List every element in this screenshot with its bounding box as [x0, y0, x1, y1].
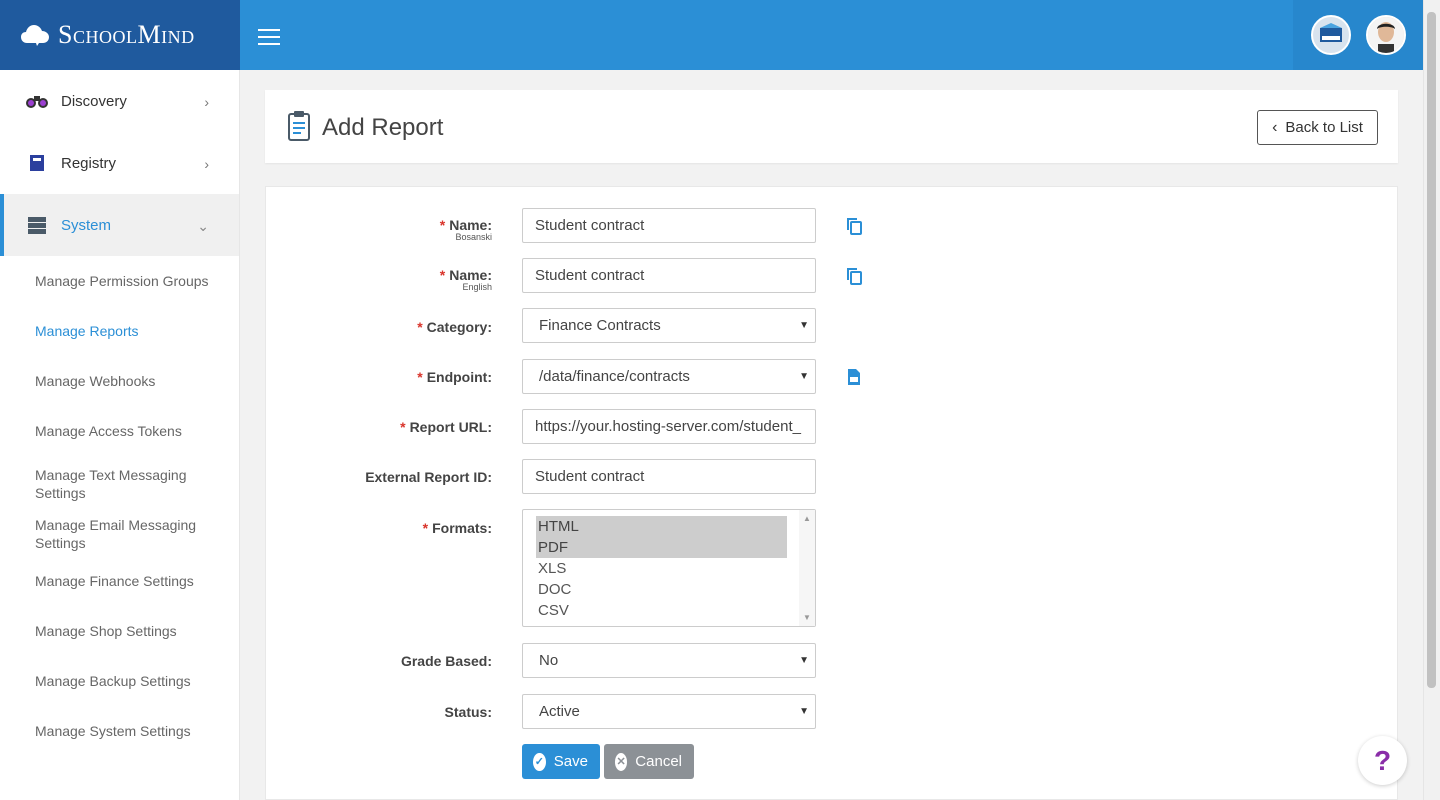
book-icon [25, 153, 49, 173]
back-to-list-button[interactable]: ‹ Back to List [1257, 110, 1378, 145]
grade-based-label: Grade Based: [400, 653, 492, 669]
dropdown-caret-icon: ▼ [799, 371, 809, 382]
server-icon [25, 215, 49, 235]
endpoint-label: * Endpoint: [417, 369, 492, 385]
scrollbar-thumb[interactable] [1427, 12, 1436, 688]
json-file-icon[interactable] [846, 368, 862, 386]
hamburger-icon[interactable] [258, 29, 280, 45]
sidebar-subitem-finance-settings[interactable]: Manage Finance Settings [0, 556, 239, 606]
required-marker: * [439, 217, 446, 233]
formats-label: * Formats: [422, 520, 492, 536]
required-marker: * [422, 520, 429, 536]
user-avatar[interactable] [1365, 15, 1406, 55]
brand-name: SchoolMind [58, 20, 195, 49]
cancel-label: Cancel [635, 753, 682, 770]
sidebar-subitem-reports[interactable]: Manage Reports [0, 306, 239, 356]
language-sublabel: Bosanski [455, 232, 492, 242]
report-url-label: * Report URL: [400, 419, 492, 435]
sidebar-subitem-system-settings[interactable]: Manage System Settings [0, 706, 239, 756]
x-circle-icon: ✕ [615, 752, 628, 771]
sidebar-subitem-access-tokens[interactable]: Manage Access Tokens [0, 406, 239, 456]
name-bs-input[interactable]: Student contract [522, 208, 816, 243]
status-value: Active [539, 703, 580, 720]
check-circle-icon: ✓ [533, 752, 546, 771]
cancel-button[interactable]: ✕ Cancel [604, 744, 694, 779]
chevron-right-icon: › [204, 94, 209, 110]
endpoint-value: /data/finance/contracts [539, 368, 690, 385]
back-to-list-label: Back to List [1285, 119, 1363, 136]
sidebar-subitem-backup-settings[interactable]: Manage Backup Settings [0, 656, 239, 706]
grade-based-value: No [539, 652, 559, 669]
dropdown-caret-icon: ▼ [799, 320, 809, 331]
required-marker: * [439, 267, 446, 283]
scroll-up-icon[interactable]: ▲ [803, 514, 811, 523]
copy-icon[interactable] [846, 217, 862, 235]
name-en-input[interactable]: Student contract [522, 258, 816, 293]
format-option-doc[interactable]: DOC [536, 579, 787, 600]
formats-listbox[interactable]: HTML PDF XLS DOC CSV ▲ ▼ [522, 509, 816, 627]
sidebar-item-system[interactable]: System ⌄ [0, 194, 239, 256]
category-value: Finance Contracts [539, 317, 661, 334]
status-label: Status: [444, 704, 492, 720]
sidebar-item-label: Discovery [61, 92, 127, 110]
name-bs-label: * Name: Bosanski [439, 217, 492, 242]
chevron-left-icon: ‹ [1272, 118, 1278, 136]
sidebar-subitem-webhooks[interactable]: Manage Webhooks [0, 356, 239, 406]
sidebar-item-registry[interactable]: Registry › [0, 132, 239, 194]
help-button[interactable]: ? [1358, 736, 1407, 785]
brain-cloud-icon [21, 25, 49, 46]
sidebar-item-discovery[interactable]: Discovery › [0, 70, 239, 132]
required-marker: * [400, 419, 406, 435]
sidebar-item-label: Registry [61, 154, 117, 172]
dropdown-caret-icon: ▼ [799, 706, 809, 717]
scroll-down-icon[interactable]: ▼ [803, 613, 811, 622]
name-en-label: * Name: English [439, 267, 492, 292]
format-option-html[interactable]: HTML [536, 516, 787, 537]
sidebar-subitem-text-messaging[interactable]: Manage Text Messaging Settings [0, 456, 239, 506]
chevron-right-icon: › [204, 156, 209, 172]
report-url-input[interactable]: https://your.hosting-server.com/student_ [522, 409, 816, 444]
format-option-xls[interactable]: XLS [536, 558, 787, 579]
listbox-scrollbar[interactable]: ▲ ▼ [799, 510, 815, 626]
report-form: * Name: Bosanski Student contract * Name: … [265, 186, 1398, 800]
clipboard-icon [287, 110, 311, 147]
save-button[interactable]: ✓ Save [522, 744, 600, 779]
category-label: * Category: [417, 319, 492, 335]
page-title: Add Report [322, 114, 444, 141]
language-sublabel: English [462, 282, 492, 292]
category-select[interactable]: Finance Contracts ▼ [522, 308, 816, 343]
page-scrollbar[interactable] [1423, 0, 1440, 800]
grade-based-select[interactable]: No ▼ [522, 643, 816, 678]
page-header: Add Report ‹ Back to List [265, 90, 1398, 163]
top-right-area [1293, 0, 1423, 70]
sidebar-subitem-permission-groups[interactable]: Manage Permission Groups [0, 256, 239, 306]
sidebar: Discovery › Registry › System ⌄ Manage P… [0, 70, 240, 800]
brand-logo[interactable]: SchoolMind [0, 0, 240, 70]
chevron-down-icon: ⌄ [197, 218, 209, 234]
status-select[interactable]: Active ▼ [522, 694, 816, 729]
sidebar-item-label: System [61, 216, 112, 234]
school-logo-icon[interactable] [1310, 15, 1351, 55]
external-id-label: External Report ID: [365, 469, 492, 485]
copy-icon[interactable] [846, 267, 862, 285]
save-label: Save [553, 753, 588, 770]
format-option-csv[interactable]: CSV [536, 600, 787, 621]
sidebar-subitem-email-messaging[interactable]: Manage Email Messaging Settings [0, 506, 239, 556]
dropdown-caret-icon: ▼ [799, 655, 809, 666]
endpoint-select[interactable]: /data/finance/contracts ▼ [522, 359, 816, 394]
format-option-pdf[interactable]: PDF [536, 537, 787, 558]
required-marker: * [417, 369, 423, 385]
sidebar-subitem-shop-settings[interactable]: Manage Shop Settings [0, 606, 239, 656]
required-marker: * [417, 319, 423, 335]
top-bar [240, 0, 1423, 70]
binoculars-icon [25, 91, 49, 111]
external-id-input[interactable]: Student contract [522, 459, 816, 494]
